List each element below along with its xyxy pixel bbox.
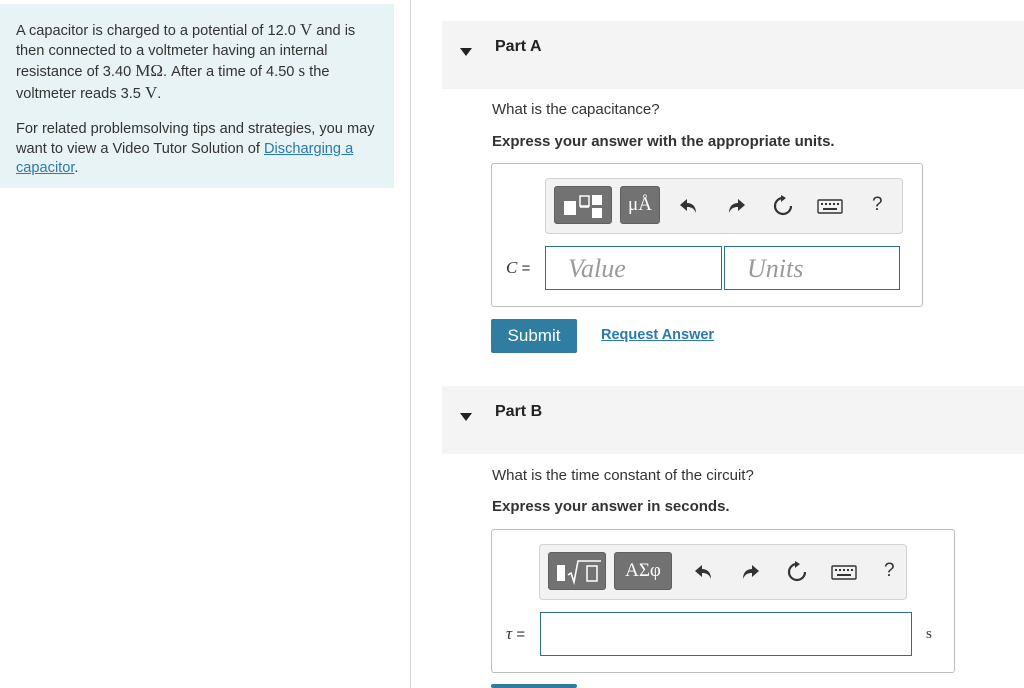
reset-icon[interactable] [771, 194, 795, 218]
redo-icon[interactable] [738, 560, 762, 584]
part-a-instruction: Express your answer with the appropriate… [492, 133, 835, 150]
part-b-header[interactable]: Part B [442, 386, 1024, 454]
units-button[interactable]: μÅ [620, 186, 660, 224]
keyboard-icon[interactable] [830, 560, 858, 584]
sqrt-template-button[interactable] [548, 552, 606, 590]
part-b-answer-box: ΑΣφ ? τ = [491, 529, 955, 673]
help-button[interactable]: ? [872, 194, 883, 216]
greek-symbols-button[interactable]: ΑΣφ [614, 552, 672, 590]
part-a-answer-box: μÅ ? C = Value Units [491, 163, 923, 307]
capacitance-label: C = [506, 258, 531, 277]
collapse-caret-icon[interactable] [460, 48, 472, 56]
redo-icon[interactable] [724, 194, 748, 218]
part-b-toolbar: ΑΣφ ? [539, 544, 907, 600]
left-panel: A capacitor is charged to a potential of… [0, 0, 410, 688]
problem-statement: A capacitor is charged to a potential of… [0, 4, 394, 188]
collapse-caret-icon[interactable] [460, 413, 472, 421]
part-b-submit-button[interactable] [491, 684, 577, 688]
time-constant-input[interactable] [540, 612, 912, 656]
keyboard-icon[interactable] [816, 194, 844, 218]
tips-text: For related problemsolving tips and stra… [16, 121, 375, 176]
panel-divider [410, 0, 411, 688]
sqrt-template-icon [557, 560, 601, 586]
help-button[interactable]: ? [884, 560, 895, 582]
part-a-question: What is the capacitance? [492, 101, 660, 118]
part-b-title: Part B [495, 403, 543, 420]
part-a-title: Part A [495, 38, 542, 55]
templates-button[interactable] [554, 186, 612, 224]
reset-icon[interactable] [785, 560, 809, 584]
units-input[interactable]: Units [724, 246, 900, 290]
request-answer-link[interactable]: Request Answer [601, 327, 714, 343]
undo-icon[interactable] [677, 194, 701, 218]
templates-icon [564, 195, 602, 218]
submit-button[interactable]: Submit [491, 319, 577, 353]
part-a-toolbar: μÅ ? [545, 178, 903, 234]
part-b-question: What is the time constant of the circuit… [492, 467, 754, 484]
undo-icon[interactable] [692, 560, 716, 584]
part-a-header[interactable]: Part A [442, 21, 1024, 89]
value-input[interactable]: Value [545, 246, 722, 290]
unit-label: s [926, 626, 932, 642]
time-constant-label: τ = [506, 624, 526, 643]
problem-text: A capacitor is charged to a potential of… [16, 20, 356, 102]
part-b-instruction: Express your answer in seconds. [492, 498, 730, 515]
